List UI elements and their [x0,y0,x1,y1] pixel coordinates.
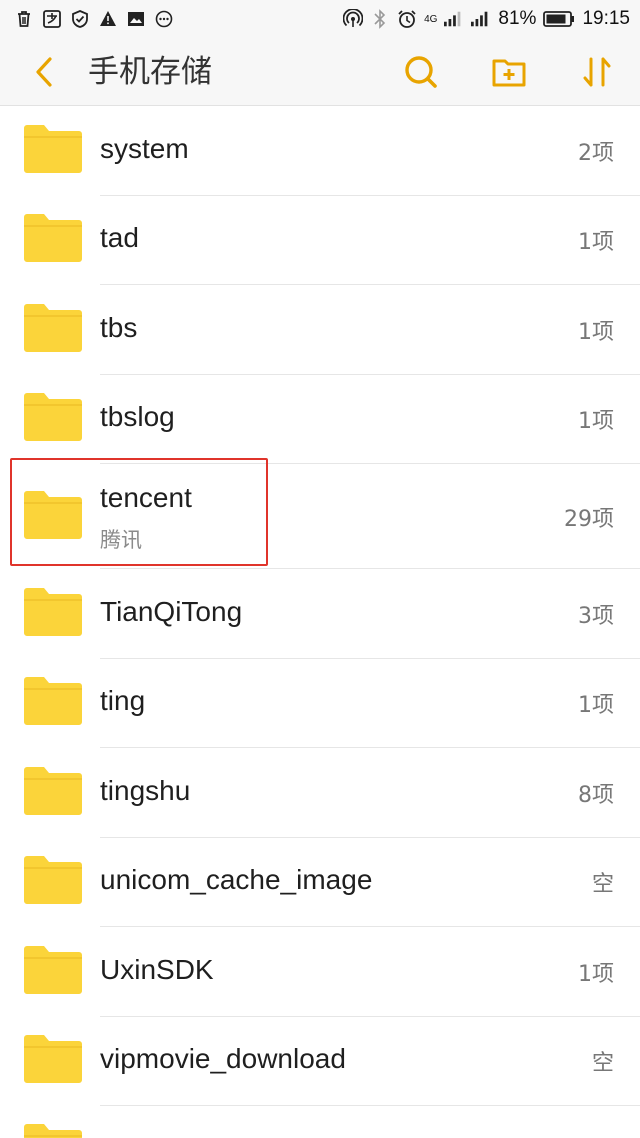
battery-percent: 81% [498,8,537,29]
sort-icon [583,57,611,87]
folder-row[interactable]: tencent 腾讯 29项 [0,464,640,569]
signal-icon-1 [444,9,464,29]
folder-name: tencent [100,482,192,513]
folder-name: system [100,132,189,164]
item-count: 3项 [578,603,614,629]
app-bar: 手机存储 [0,38,640,106]
network-type: 4G [424,13,438,25]
folder-name: tbslog [100,401,175,433]
item-count: 2项 [578,140,614,166]
item-count: 空 [591,872,614,898]
warning-icon [98,9,118,29]
folder-row[interactable]: UxinSDK 1项 [0,927,640,1017]
item-count: 1项 [578,961,614,987]
shield-check-icon [70,9,90,29]
folder-icon [24,214,82,263]
folder-plus-icon [492,59,526,87]
folder-name: UxinSDK [100,953,214,985]
item-count: 8项 [578,782,614,808]
page-title: 手机存储 [88,54,212,90]
folder-row[interactable]: ting 1项 [0,659,640,748]
status-bar: 4G 81% 19:15 [0,0,640,38]
folder-row[interactable]: vipmovie_download 空 [0,1017,640,1106]
folder-icon [24,587,82,636]
trash-icon [14,9,34,29]
alipay-icon [42,9,62,29]
folder-row[interactable]: system 2项 [0,106,640,196]
search-icon [405,56,437,88]
folder-icon [24,1124,82,1138]
system-indicators: 4G 81% 19:15 [343,6,630,32]
folder-row[interactable]: tad 1项 [0,196,640,285]
folder-icon [24,1035,82,1084]
folder-icon [24,393,82,442]
bluetooth-icon [370,9,390,29]
image-icon [126,9,146,29]
folder-name: tad [100,222,139,254]
item-count: 空 [591,1051,614,1077]
folder-row[interactable]: tbslog 1项 [0,375,640,464]
item-count: 1项 [578,319,614,345]
folder-icon [24,766,82,815]
folder-row[interactable]: TianQiTong 3项 [0,569,640,659]
signal-icon-2 [471,9,491,29]
folder-name: tbs [100,311,138,343]
folder-row[interactable]: tbs 1项 [0,285,640,375]
folder-list: system 2项 tad 1项 tbs 1项 tbslog 1项 tencent 腾讯 29项 Ti… [0,106,640,1138]
chevron-left-icon [36,57,52,87]
folder-name: tingshu [100,774,191,806]
folder-row[interactable]: tingshu 8项 [0,748,640,838]
folder-row[interactable]: unicom_cache_image 空 [0,838,640,927]
folder-name: TianQiTong [100,595,243,627]
clock: 19:15 [582,8,630,29]
folder-name: unicom_cache_image [100,864,373,896]
alarm-icon [397,9,417,29]
item-count: 29项 [564,506,614,532]
folder-icon [24,124,82,173]
battery-icon [543,9,575,29]
item-count: 1项 [578,409,614,435]
back-button[interactable] [24,52,64,92]
notification-icons [14,8,174,30]
search-button[interactable] [399,50,443,94]
folder-row[interactable] [0,1106,640,1138]
folder-subtitle: 腾讯 [100,528,142,552]
folder-icon [24,677,82,726]
hotspot-icon [343,9,364,29]
sort-button[interactable] [575,50,619,94]
folder-icon [24,856,82,905]
item-count: 1项 [578,693,614,719]
folder-icon [24,303,82,352]
folder-icon [24,490,82,539]
folder-name: vipmovie_download [100,1043,346,1075]
new-folder-button[interactable] [487,50,531,94]
folder-name: ting [100,685,146,717]
folder-icon [24,945,82,994]
more-icon [154,9,174,29]
item-count: 1项 [578,230,614,256]
